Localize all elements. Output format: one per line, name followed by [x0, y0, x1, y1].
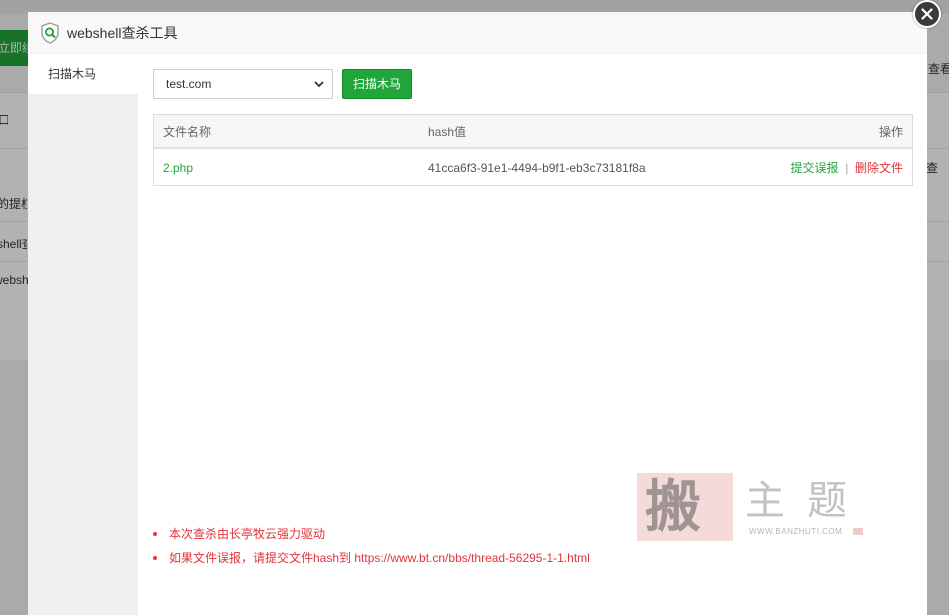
- column-header-filename: 文件名称: [163, 125, 212, 139]
- dialog-content: test.com 扫描木马 文件名称 hash值 操作 2.php 41cca6…: [28, 12, 927, 615]
- file-hash: 41cca6f3-91e1-4494-b9f1-eb3c73181f8a: [428, 161, 646, 175]
- table-row: 2.php 41cca6f3-91e1-4494-b9f1-eb3c73181f…: [154, 151, 912, 185]
- file-name-link[interactable]: 2.php: [163, 151, 193, 185]
- watermark-seal: 搬: [637, 473, 733, 541]
- note-text: 本次查杀由长亭牧云强力驱动: [169, 527, 326, 541]
- column-header-actions: 操作: [878, 125, 903, 139]
- chevron-down-icon: [314, 81, 324, 88]
- watermark-chars: 主题: [745, 478, 869, 524]
- delete-file-link[interactable]: 删除文件: [855, 161, 903, 175]
- report-false-positive-link[interactable]: 提交误报: [791, 161, 839, 175]
- results-table: 文件名称 hash值 操作 2.php 41cca6f3-91e1-4494-b…: [153, 114, 913, 186]
- watermark-seal-char: 搬: [645, 474, 701, 540]
- column-header-hash: hash值: [428, 125, 467, 139]
- row-actions: 提交误报 | 删除文件: [791, 151, 904, 185]
- list-item: 如果文件误报，请提交文件hash到 https://www.bt.cn/bbs/…: [153, 546, 753, 570]
- scan-trojan-button[interactable]: 扫描木马: [342, 69, 412, 99]
- watermark-url: WWW.BANZHUTI.COM: [749, 527, 843, 536]
- note-text[interactable]: 如果文件误报，请提交文件hash到 https://www.bt.cn/bbs/…: [169, 551, 590, 565]
- site-select-value: test.com: [166, 77, 212, 91]
- watermark: 搬 主题 WWW.BANZHUTI.COM: [637, 473, 867, 543]
- site-select[interactable]: test.com: [153, 69, 333, 99]
- action-separator: |: [845, 161, 849, 175]
- table-header: 文件名称 hash值 操作: [154, 115, 912, 149]
